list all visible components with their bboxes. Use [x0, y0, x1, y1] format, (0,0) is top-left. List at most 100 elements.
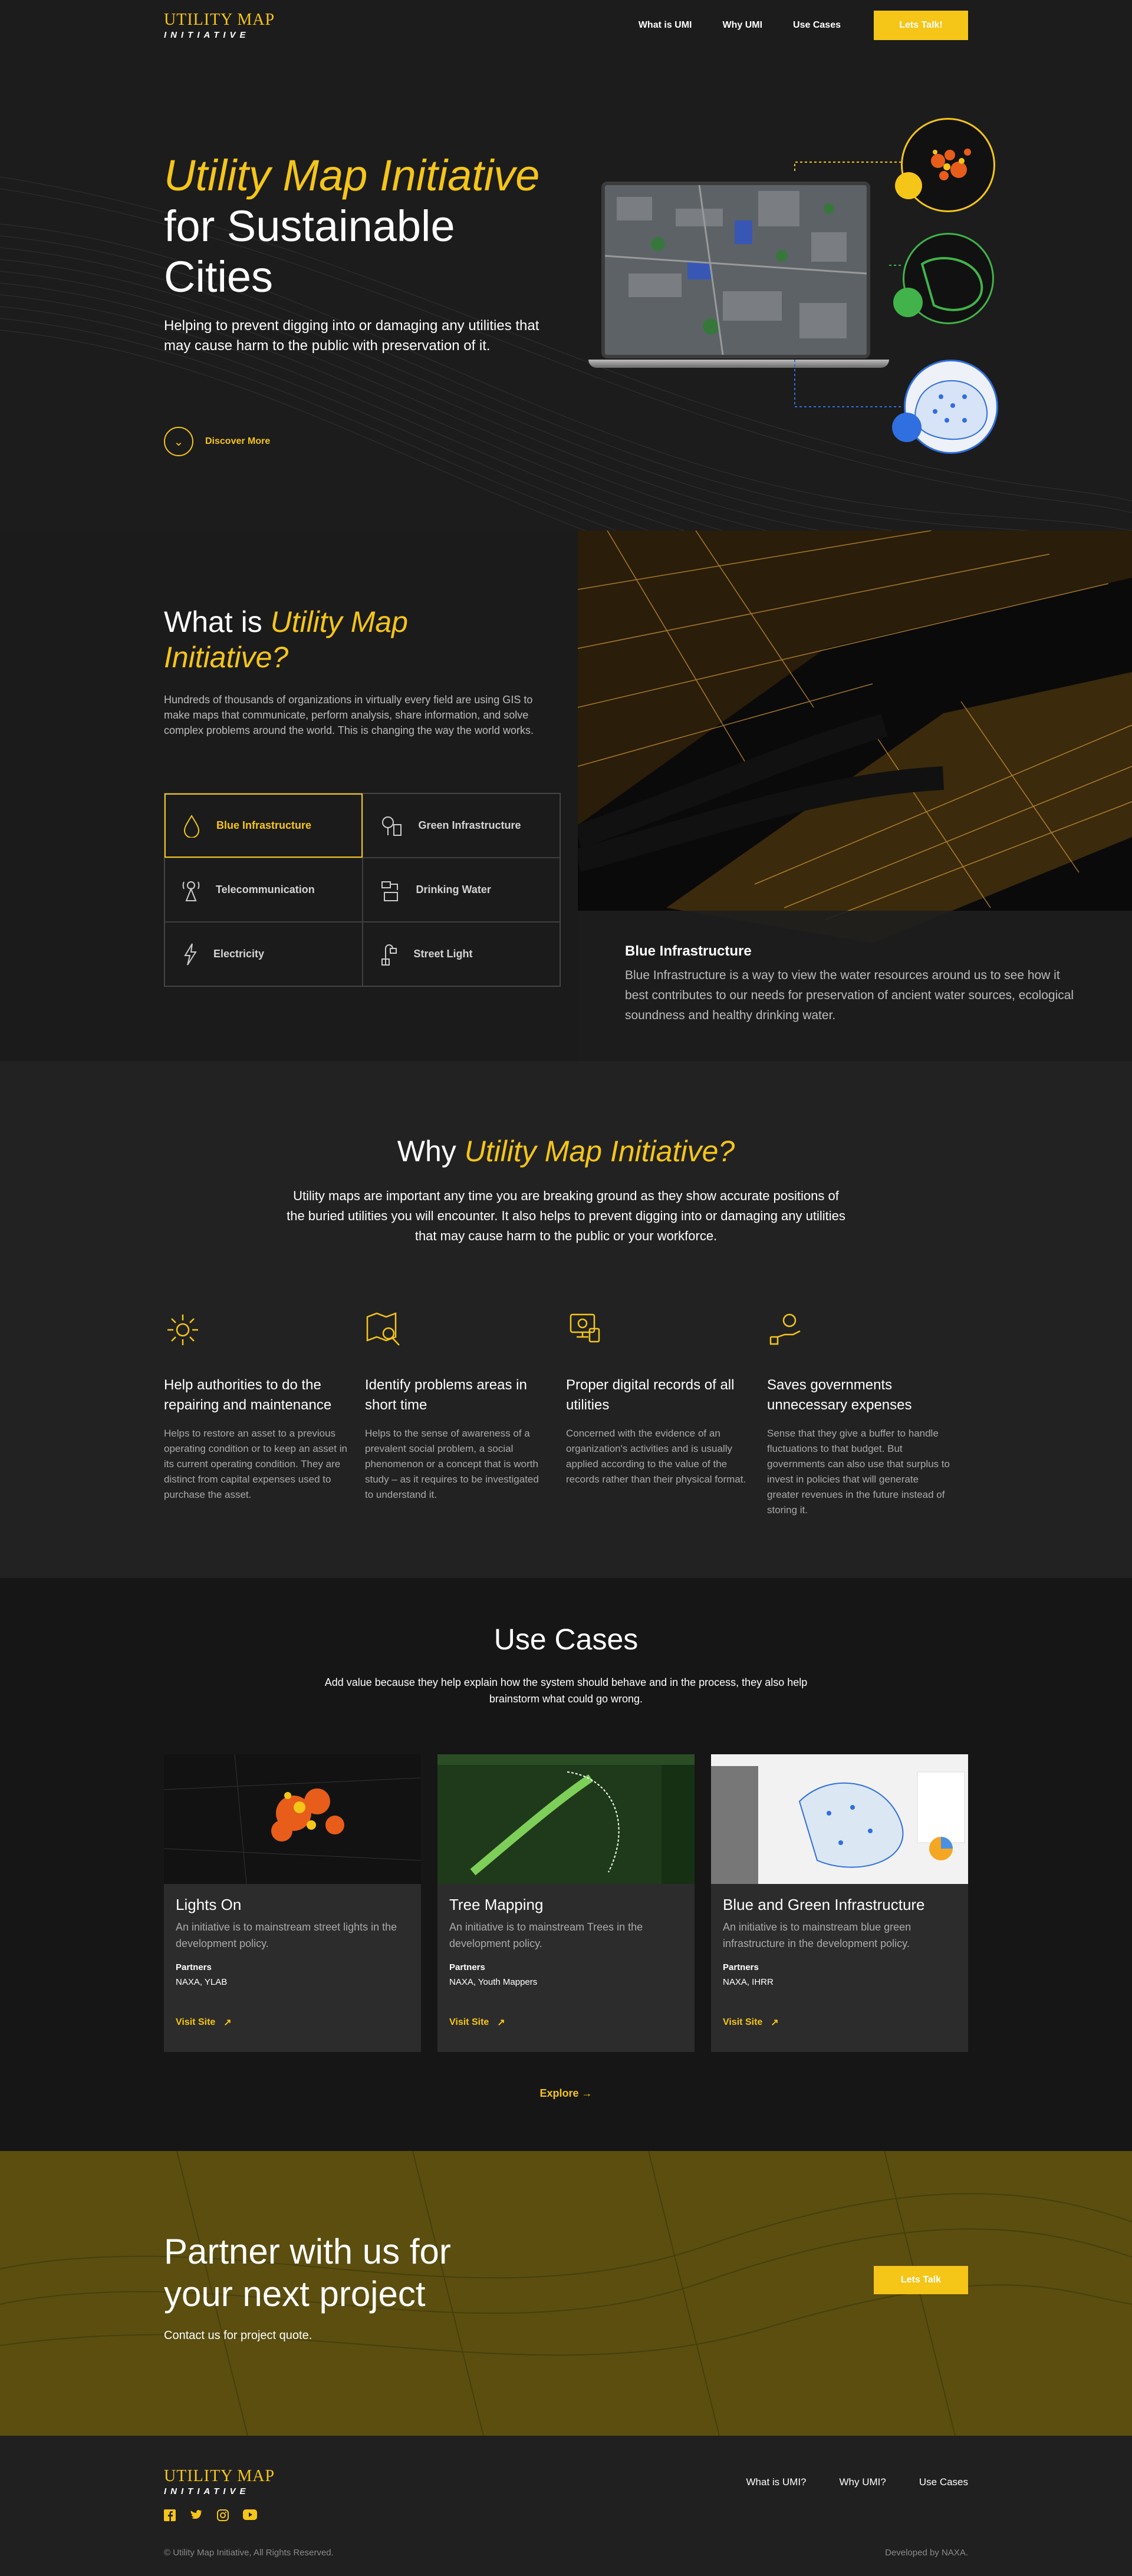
partner-lets-talk-button[interactable]: Lets Talk: [874, 2266, 968, 2294]
visit-site-link[interactable]: Visit Site ↗: [176, 2017, 232, 2028]
partner-section: Partner with us for your next project Co…: [0, 2151, 1132, 2436]
card-title: Tree Mapping: [449, 1896, 544, 1913]
lights-map-bubble: [901, 118, 995, 212]
visit-site-label: Visit Site: [723, 2017, 763, 2027]
category-label: Electricity: [213, 948, 265, 960]
feature-title: Saves governments unnecessary expenses: [767, 1377, 912, 1413]
category-grid: Blue Infrastructure Green Infrastructure…: [164, 793, 561, 987]
footer-nav-what-is-umi[interactable]: What is UMI?: [746, 2476, 806, 2488]
site-footer: UTILITY MAP INITIATIVE What is UMI? Why …: [0, 2436, 1132, 2575]
maintenance-icon: [167, 1315, 198, 1345]
partner-title: Partner with us for your next project: [164, 2232, 451, 2314]
twitter-icon[interactable]: [190, 2509, 203, 2521]
visit-site-link[interactable]: Visit Site ↗: [449, 2017, 505, 2028]
hero-title-line-3: Cities: [164, 252, 274, 301]
youtube-icon[interactable]: [243, 2509, 257, 2520]
map-search-icon: [366, 1312, 400, 1346]
hero-lead: Helping to prevent digging into or damag…: [164, 318, 539, 354]
footer-logo[interactable]: UTILITY MAP INITIATIVE: [164, 2468, 275, 2496]
digital-record-icon: [570, 1313, 600, 1343]
use-case-card: Tree Mapping An initiative is to mainstr…: [437, 1754, 695, 2052]
nav-what-is-umi[interactable]: What is UMI: [639, 20, 692, 31]
drop-icon: [892, 413, 922, 442]
panel-title: Blue Infrastructure: [625, 943, 752, 959]
nav-why-umi[interactable]: Why UMI: [723, 20, 763, 31]
feature-item: Help authorities to do the repairing and…: [164, 1311, 365, 1518]
lightning-icon: [184, 943, 197, 966]
partners-label: Partners: [449, 1962, 485, 1972]
discover-more-link[interactable]: ⌄ Discover More: [164, 427, 270, 456]
use-cases-title: Use Cases: [493, 1623, 639, 1656]
external-link-icon: ↗: [497, 2018, 505, 2028]
lets-talk-button[interactable]: Lets Talk!: [874, 11, 968, 40]
street-light-icon: [381, 944, 397, 966]
why-title-plain: Why: [397, 1135, 465, 1168]
category-blue-infrastructure[interactable]: Blue Infrastructure: [164, 793, 363, 858]
category-telecommunication[interactable]: Telecommunication: [164, 858, 363, 922]
card-text: An initiative is to mainstream blue gree…: [723, 1921, 911, 1949]
lights-on-thumbnail: [164, 1754, 421, 1884]
hero-title: Utility Map Initiative for Sustainable C…: [164, 150, 588, 302]
category-label: Blue Infrastructure: [216, 819, 312, 831]
feature-item: Proper digital records of all utilities …: [566, 1311, 767, 1518]
category-electricity[interactable]: Electricity: [164, 922, 363, 986]
explore-label: Explore: [539, 2087, 579, 2099]
tree-mapping-thumbnail: [437, 1754, 695, 1884]
why-description: Utility maps are important any time you …: [287, 1188, 845, 1243]
external-link-icon: ↗: [771, 2018, 779, 2028]
feature-title: Help authorities to do the repairing and…: [164, 1377, 332, 1413]
footer-nav: What is UMI? Why UMI? Use Cases: [713, 2476, 968, 2488]
use-case-card: Lights On An initiative is to mainstream…: [164, 1754, 421, 2052]
what-is-section: What is Utility Map Initiative? Hundreds…: [0, 531, 1132, 1061]
why-title: Why Utility Map Initiative?: [164, 1061, 968, 1168]
social-links: [164, 2509, 257, 2521]
partners-value: NAXA, YLAB: [176, 1977, 228, 1987]
lightbulb-icon: [895, 172, 922, 199]
developed-by-text: Developed by NAXA.: [885, 2548, 968, 2558]
feature-title: Proper digital records of all utilities: [566, 1377, 735, 1413]
feature-list: Help authorities to do the repairing and…: [164, 1311, 968, 1518]
footer-nav-why-umi[interactable]: Why UMI?: [840, 2476, 886, 2488]
feature-text: Sense that they give a buffer to handle …: [767, 1428, 950, 1516]
panel-text: Blue Infrastructure is a way to view the…: [625, 969, 1074, 1022]
partners-label: Partners: [176, 1962, 212, 1972]
visit-site-label: Visit Site: [449, 2017, 489, 2027]
nav-use-cases[interactable]: Use Cases: [793, 20, 841, 31]
hand-coin-icon: [769, 1313, 801, 1345]
tree-icon: [893, 288, 923, 317]
card-text: An initiative is to mainstream Trees in …: [449, 1921, 643, 1949]
discover-more-label: Discover More: [205, 436, 271, 446]
tap-icon: [381, 881, 398, 901]
site-header: UTILITY MAP INITIATIVE What is UMI Why U…: [0, 0, 1132, 51]
footer-logo-line-1: UTILITY MAP: [164, 2467, 275, 2485]
hero-title-accent: Utility Map Initiative: [164, 151, 540, 200]
feature-item: Saves governments unnecessary expenses S…: [767, 1311, 968, 1518]
what-is-description: Hundreds of thousands of organizations i…: [164, 694, 534, 736]
feature-text: Helps to the sense of awareness of a pre…: [365, 1428, 539, 1500]
facebook-icon[interactable]: [164, 2509, 176, 2521]
use-case-card: Blue and Green Infrastructure An initiat…: [711, 1754, 968, 2052]
category-green-infrastructure[interactable]: Green Infrastructure: [362, 793, 560, 858]
water-map-bubble: [904, 360, 998, 454]
footer-nav-use-cases[interactable]: Use Cases: [919, 2476, 968, 2488]
what-title-plain: What is: [164, 605, 271, 638]
instagram-icon[interactable]: [217, 2509, 229, 2521]
category-street-light[interactable]: Street Light: [362, 922, 560, 986]
drop-icon: [183, 814, 200, 838]
use-case-cards: Lights On An initiative is to mainstream…: [164, 1754, 968, 2052]
explore-link[interactable]: Explore →: [164, 2087, 968, 2100]
hero-section: Utility Map Initiative for Sustainable C…: [0, 0, 1132, 531]
feature-text: Helps to restore an asset to a previous …: [164, 1428, 347, 1500]
feature-text: Concerned with the evidence of an organi…: [566, 1428, 746, 1485]
feature-title: Identify problems areas in short time: [365, 1377, 527, 1413]
visit-site-link[interactable]: Visit Site ↗: [723, 2017, 779, 2028]
logo-line-2: INITIATIVE: [164, 29, 250, 40]
card-title: Blue and Green Infrastructure: [723, 1896, 925, 1913]
category-detail-panel: Blue Infrastructure Blue Infrastructure …: [578, 911, 1132, 1061]
category-drinking-water[interactable]: Drinking Water: [362, 858, 560, 922]
use-cases-section: Use Cases Add value because they help ex…: [0, 1578, 1132, 2151]
category-label: Drinking Water: [416, 884, 491, 895]
site-logo[interactable]: UTILITY MAP INITIATIVE: [164, 11, 275, 40]
use-cases-description: Add value because they help explain how …: [324, 1676, 808, 1705]
tree-icon: [381, 816, 402, 836]
